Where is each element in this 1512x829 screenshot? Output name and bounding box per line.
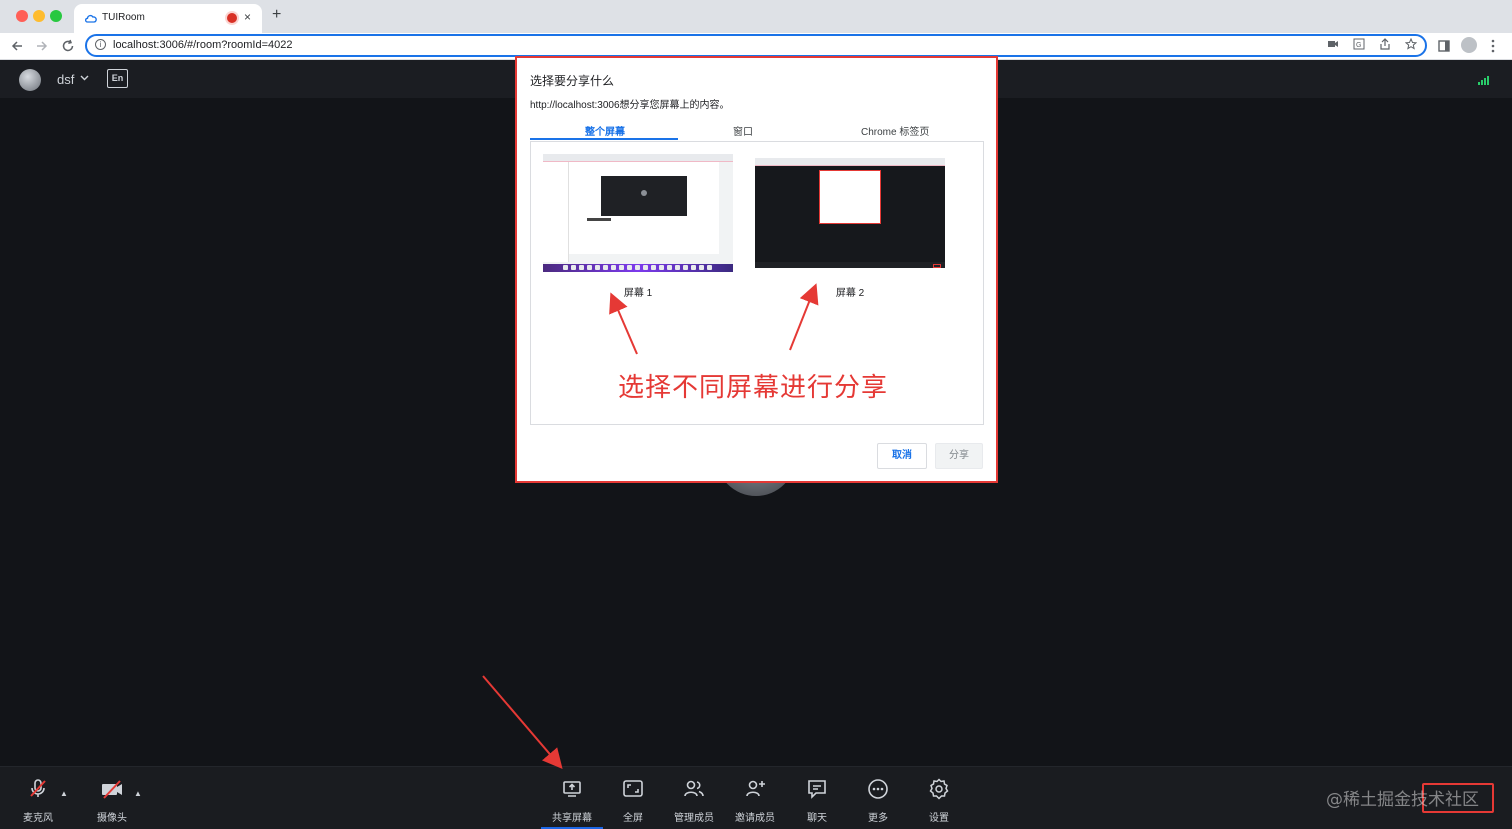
watermark-text: @稀土掘金技术社区 [1326, 790, 1479, 810]
browser-tab-tuiroom[interactable]: TUIRoom × [74, 4, 262, 33]
forward-icon[interactable] [35, 39, 49, 53]
window-close-button[interactable] [16, 10, 28, 22]
language-switch-icon[interactable]: En [107, 69, 128, 88]
cloud-icon [84, 14, 97, 23]
tab-title: TUIRoom [102, 12, 145, 23]
control-label: 邀请成员 [735, 813, 775, 824]
screen-label: 屏幕 2 [835, 288, 865, 299]
tab-entire-screen[interactable]: 整个屏幕 [585, 123, 625, 138]
screen-option-1[interactable]: 屏幕 1 [543, 154, 733, 299]
screen-1-thumbnail[interactable] [543, 154, 733, 272]
site-info-icon[interactable]: i [95, 39, 106, 50]
manage-members-button[interactable]: 管理成员 [664, 777, 724, 824]
profile-avatar-icon[interactable] [1461, 37, 1477, 53]
screen-share-picker-dialog: 选择要分享什么 http://localhost:3006想分享您屏幕上的内容。… [515, 56, 998, 483]
tab-window[interactable]: 窗口 [733, 123, 753, 138]
invite-members-button[interactable]: 邀请成员 [725, 777, 785, 824]
settings-icon [929, 778, 949, 800]
control-label: 摄像头 [97, 813, 127, 824]
window-minimize-button[interactable] [33, 10, 45, 22]
control-label: 管理成员 [674, 813, 714, 824]
screen-list-panel: 屏幕 1 屏幕 2 选择不同屏幕进行分享 [530, 141, 984, 425]
more-icon [868, 779, 888, 799]
chat-icon [808, 780, 826, 799]
dialog-subtitle: http://localhost:3006想分享您屏幕上的内容。 [530, 100, 730, 111]
user-name[interactable]: dsf [57, 72, 74, 87]
screen-2-thumbnail[interactable] [755, 158, 945, 268]
tab-close-icon[interactable]: × [244, 10, 251, 24]
translate-icon[interactable]: G [1353, 38, 1365, 50]
mic-options-caret-icon[interactable]: ▲ [60, 789, 68, 798]
annotation-text: 选择不同屏幕进行分享 [618, 373, 889, 403]
mic-off-icon [30, 779, 46, 797]
address-url: localhost:3006/#/room?roomId=4022 [113, 39, 293, 51]
new-tab-button[interactable]: + [272, 6, 281, 24]
camera-button[interactable]: 摄像头 [82, 777, 142, 824]
back-icon[interactable] [10, 39, 24, 53]
share-page-icon[interactable] [1379, 38, 1391, 50]
address-bar[interactable]: i localhost:3006/#/room?roomId=4022 G [85, 34, 1427, 57]
screen-share-icon [563, 781, 581, 797]
camera-options-caret-icon[interactable]: ▲ [134, 789, 142, 798]
chevron-down-icon[interactable] [80, 75, 89, 81]
window-zoom-button[interactable] [50, 10, 62, 22]
fullscreen-icon [623, 780, 643, 797]
screen-option-2[interactable]: 屏幕 2 [755, 158, 945, 299]
dialog-title: 选择要分享什么 [530, 74, 615, 88]
browser-tab-bar: TUIRoom × + [0, 0, 1512, 33]
network-signal-icon [1478, 75, 1489, 85]
control-label: 麦克风 [23, 813, 53, 824]
reload-icon[interactable] [61, 39, 75, 53]
share-source-tabs: 整个屏幕 窗口 Chrome 标签页 [530, 119, 984, 141]
side-panel-icon[interactable] [1438, 40, 1450, 52]
svg-text:G: G [1356, 42, 1361, 49]
chat-button[interactable]: 聊天 [787, 777, 847, 824]
screen-share-button[interactable]: 共享屏幕 [542, 777, 602, 824]
cancel-button[interactable]: 取消 [877, 443, 927, 469]
menu-kebab-icon[interactable] [1491, 39, 1495, 53]
camera-in-use-icon[interactable] [1327, 38, 1339, 50]
control-label: 共享屏幕 [552, 813, 592, 824]
camera-off-icon [102, 780, 122, 799]
control-label: 全屏 [623, 813, 643, 824]
user-avatar[interactable] [19, 69, 41, 91]
members-icon [684, 780, 704, 797]
invite-icon [746, 780, 765, 797]
share-button[interactable]: 分享 [935, 443, 983, 469]
screen-label: 屏幕 1 [623, 288, 653, 299]
microphone-button[interactable]: 麦克风 [8, 777, 68, 824]
control-label: 设置 [929, 813, 949, 824]
recording-indicator-icon [227, 13, 237, 23]
control-label: 聊天 [807, 813, 827, 824]
control-label: 更多 [868, 813, 888, 824]
fullscreen-button[interactable]: 全屏 [603, 777, 663, 824]
tab-chrome-tab[interactable]: Chrome 标签页 [861, 123, 929, 138]
active-tab-indicator [530, 138, 678, 140]
control-bar: 麦克风 ▲ 摄像头 ▲ 共享屏幕 全屏 管理成员 邀请成员 聊天 更多 设置 @… [0, 766, 1512, 829]
bookmark-star-icon[interactable] [1405, 38, 1417, 50]
settings-button[interactable]: 设置 [909, 777, 969, 824]
more-button[interactable]: 更多 [848, 777, 908, 824]
